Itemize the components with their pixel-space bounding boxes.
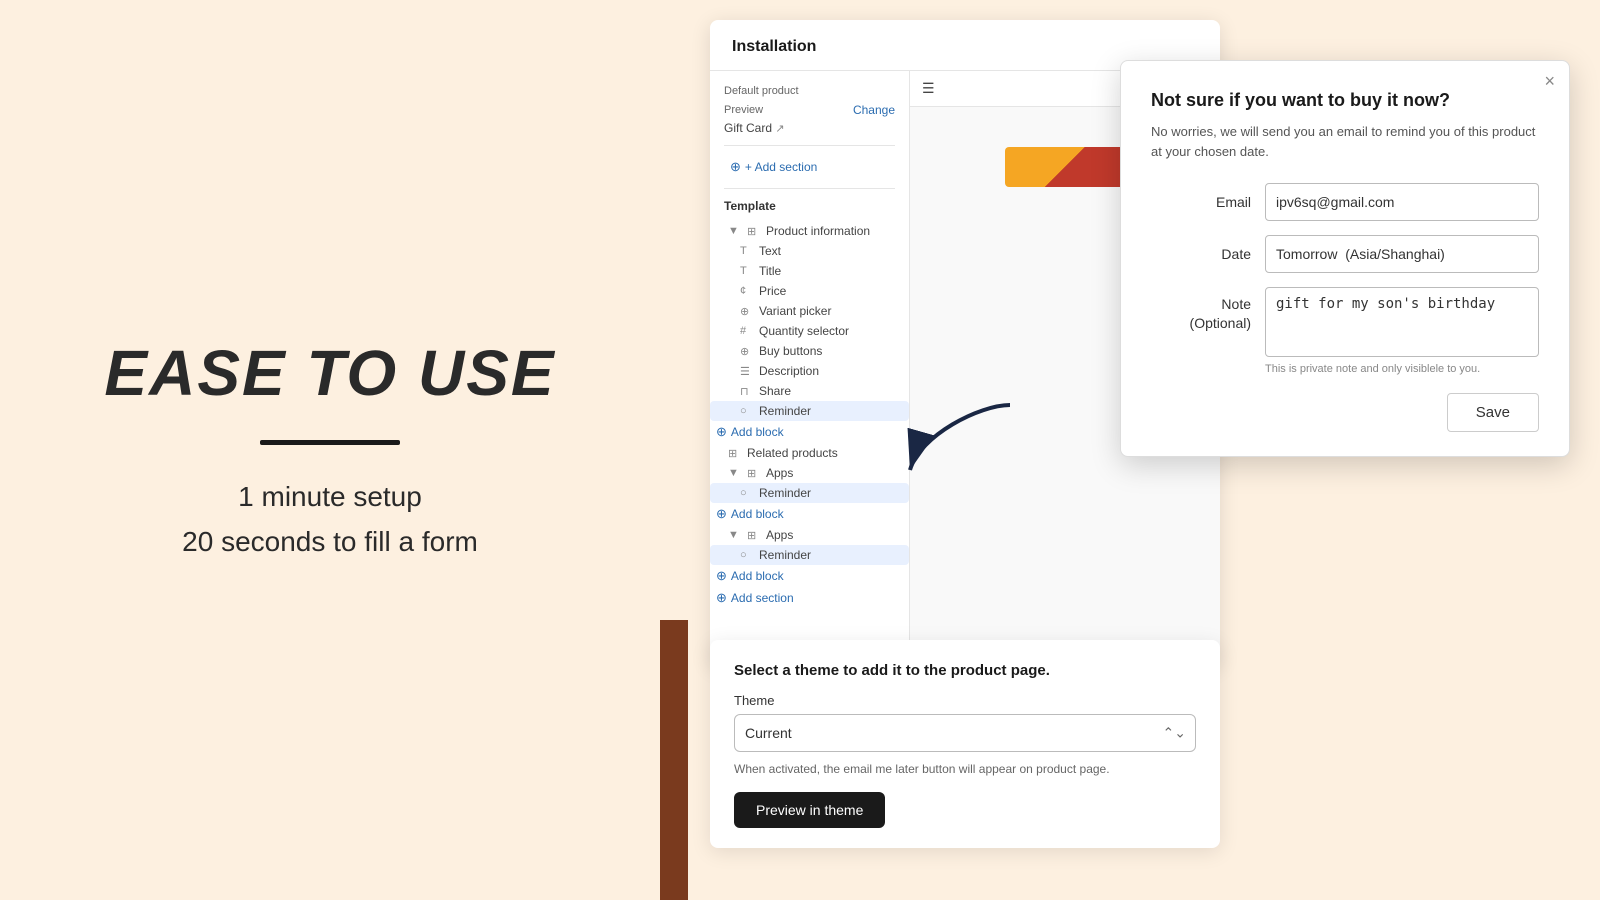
- template-section: Template: [710, 199, 909, 213]
- default-product-section: Default product Preview Change Gift Card…: [710, 85, 909, 135]
- arrow-pointer: [900, 395, 1020, 485]
- product-image: [1005, 147, 1125, 187]
- add-section-plus-icon: ⊕: [730, 159, 741, 175]
- tree-product-info[interactable]: ▼ ⊞ Product information: [710, 221, 909, 241]
- reminder-icon-3: ○: [740, 549, 754, 561]
- install-title: Installation: [732, 38, 816, 55]
- right-panel: Installation Default product Preview Cha…: [660, 0, 1600, 900]
- tree-share[interactable]: ⊓ Share: [710, 381, 909, 401]
- tree-reminder-3[interactable]: ○ Reminder: [710, 545, 909, 565]
- note-textarea[interactable]: gift for my son's birthday: [1265, 287, 1539, 357]
- add-section-bottom[interactable]: ⊕ Add section: [710, 587, 909, 609]
- tree-reminder-1[interactable]: ○ Reminder: [710, 401, 909, 421]
- price-icon: ¢: [740, 285, 754, 297]
- email-label: Email: [1151, 194, 1251, 210]
- tree-price[interactable]: ¢ Price: [710, 281, 909, 301]
- theme-label: Theme: [734, 693, 1196, 708]
- note-row: Note(Optional) gift for my son's birthda…: [1151, 287, 1539, 357]
- tree-quantity[interactable]: # Quantity selector: [710, 321, 909, 341]
- ease-title: EASE TO USE: [104, 336, 555, 410]
- email-input[interactable]: [1265, 183, 1539, 221]
- date-input[interactable]: [1265, 235, 1539, 273]
- add-block-plus-icon-1: ⊕: [716, 424, 727, 440]
- reminder-popup: × Not sure if you want to buy it now? No…: [1120, 60, 1570, 457]
- theme-select-wrapper: Current ⌃⌄: [734, 714, 1196, 752]
- quantity-icon: #: [740, 325, 754, 337]
- add-block-3[interactable]: ⊕ Add block: [710, 565, 909, 587]
- variant-icon: ⊕: [740, 305, 754, 318]
- reminder-icon-2: ○: [740, 487, 754, 499]
- note-label: Note(Optional): [1151, 287, 1251, 331]
- date-label: Date: [1151, 246, 1251, 262]
- tree-title[interactable]: T Title: [710, 261, 909, 281]
- add-block-plus-icon-2: ⊕: [716, 506, 727, 522]
- private-note-hint: This is private note and only visiblele …: [1265, 363, 1539, 375]
- menu-icon: ☰: [922, 80, 935, 97]
- related-icon: ⊞: [728, 447, 742, 460]
- add-section-plus-icon-2: ⊕: [716, 590, 727, 606]
- theme-hint: When activated, the email me later butto…: [734, 762, 1196, 776]
- add-block-2[interactable]: ⊕ Add block: [710, 503, 909, 525]
- desc-icon: ☰: [740, 365, 754, 378]
- select-theme-title: Select a theme to add it to the product …: [734, 662, 1196, 679]
- expand-apps-icon: ▼: [728, 467, 742, 479]
- tree-variant[interactable]: ⊕ Variant picker: [710, 301, 909, 321]
- date-row: Date: [1151, 235, 1539, 273]
- add-block-plus-icon-3: ⊕: [716, 568, 727, 584]
- grid-icon: ⊞: [747, 225, 761, 238]
- setup-text: 1 minute setup 20 seconds to fill a form: [182, 475, 478, 565]
- popup-title: Not sure if you want to buy it now?: [1151, 89, 1539, 112]
- install-sidebar: Default product Preview Change Gift Card…: [710, 71, 910, 661]
- tree-text[interactable]: T Text: [710, 241, 909, 261]
- tree-description[interactable]: ☰ Description: [710, 361, 909, 381]
- divider-line: [260, 440, 400, 445]
- save-button[interactable]: Save: [1447, 393, 1539, 432]
- apps-icon-1: ⊞: [747, 467, 761, 480]
- email-row: Email: [1151, 183, 1539, 221]
- text-icon: T: [740, 245, 754, 257]
- add-block-1[interactable]: ⊕ Add block: [710, 421, 909, 443]
- popup-subtitle: No worries, we will send you an email to…: [1151, 122, 1539, 161]
- reminder-icon-1: ○: [740, 405, 754, 417]
- gift-card-field: Gift Card ↗: [724, 121, 895, 135]
- add-section-top[interactable]: ⊕ + Add section: [710, 156, 909, 178]
- expand-icon: ▼: [728, 225, 742, 237]
- close-button[interactable]: ×: [1544, 71, 1555, 92]
- add-section-link[interactable]: ⊕ + Add section: [724, 156, 895, 178]
- change-link[interactable]: Change: [853, 103, 895, 117]
- theme-select[interactable]: Current: [734, 714, 1196, 752]
- brown-bar: [660, 620, 688, 900]
- tree-buy[interactable]: ⊕ Buy buttons: [710, 341, 909, 361]
- buy-icon: ⊕: [740, 345, 754, 358]
- title-icon: T: [740, 265, 754, 277]
- bottom-section: Select a theme to add it to the product …: [710, 640, 1220, 848]
- left-panel: EASE TO USE 1 minute setup 20 seconds to…: [0, 0, 660, 900]
- expand-apps2-icon: ▼: [728, 529, 742, 541]
- tree-related[interactable]: ⊞ Related products: [710, 443, 909, 463]
- preview-theme-button[interactable]: Preview in theme: [734, 792, 885, 828]
- share-icon: ⊓: [740, 385, 754, 398]
- tree-reminder-2[interactable]: ○ Reminder: [710, 483, 909, 503]
- tree-apps-1[interactable]: ▼ ⊞ Apps: [710, 463, 909, 483]
- apps-icon-2: ⊞: [747, 529, 761, 542]
- tree-apps-2[interactable]: ▼ ⊞ Apps: [710, 525, 909, 545]
